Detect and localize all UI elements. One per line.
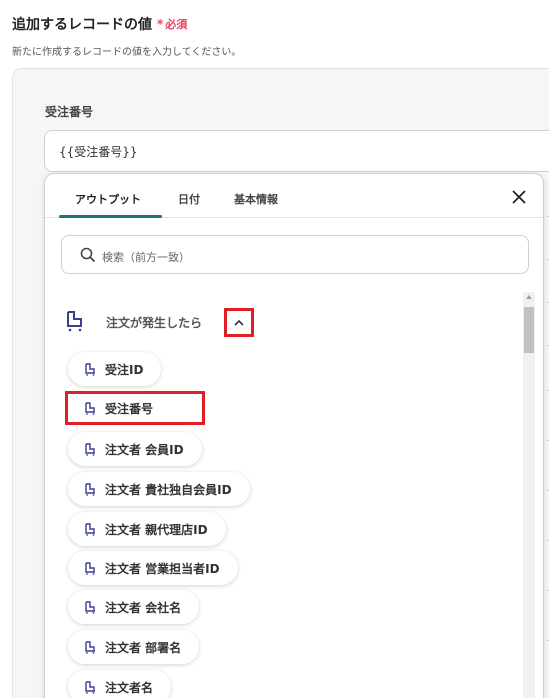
scrollbar[interactable] — [523, 292, 535, 698]
output-item-label: 受注番号 — [105, 401, 154, 416]
cart-icon — [85, 442, 95, 456]
search-input[interactable]: 検索（前方一致） — [61, 235, 529, 274]
tab-bar: アウトプット 日付 基本情報 — [45, 174, 543, 218]
cart-icon — [85, 680, 95, 694]
trigger-label: 注文が発生したら — [106, 316, 203, 330]
active-tab-indicator — [59, 215, 162, 218]
output-item-order-id[interactable]: 受注ID — [68, 352, 162, 386]
close-icon[interactable] — [511, 189, 527, 205]
output-item-sales-rep-id[interactable]: 注文者 営業担当者ID — [68, 551, 238, 585]
output-item-label: 注文者 貴社独自会員ID — [105, 482, 232, 497]
section-title-text: 追加するレコードの値 — [12, 17, 152, 33]
cart-icon — [85, 600, 95, 614]
output-item-label: 注文者 部署名 — [105, 640, 182, 655]
output-item-label: 注文者 営業担当者ID — [105, 561, 220, 576]
chevron-up-icon — [234, 319, 244, 326]
section-title: 追加するレコードの値 * 必須 — [12, 14, 187, 34]
output-item-custom-member-id[interactable]: 注文者 貴社独自会員ID — [68, 472, 250, 506]
output-item-label: 注文者 親代理店ID — [105, 522, 208, 537]
required-label: 必須 — [165, 18, 188, 31]
output-item-label: 注文者 会社名 — [105, 600, 182, 615]
order-number-input[interactable]: {{受注番号}} — [44, 130, 549, 172]
output-item-member-id[interactable]: 注文者 会員ID — [68, 432, 202, 466]
output-item-label: 注文者名 — [105, 680, 154, 695]
cart-icon — [85, 522, 95, 536]
output-item-department-name[interactable]: 注文者 部署名 — [68, 630, 200, 664]
output-item-label: 受注ID — [105, 362, 144, 377]
output-item-label: 注文者 会員ID — [105, 442, 184, 457]
search-icon — [80, 247, 96, 263]
required-star: * — [157, 17, 164, 31]
cart-icon — [85, 482, 95, 496]
field-label: 受注番号 — [45, 105, 94, 119]
section-description: 新たに作成するレコードの値を入力してください。 — [12, 47, 242, 58]
output-picker-popup: アウトプット 日付 基本情報 検索（前方一致） 注文が発生したら 受注ID 受注… — [44, 173, 544, 698]
cart-icon — [85, 401, 95, 415]
scroll-thumb[interactable] — [524, 307, 534, 353]
output-item-order-number[interactable]: 受注番号 — [65, 391, 205, 425]
search-placeholder: 検索（前方一致） — [102, 251, 190, 264]
cart-icon — [67, 311, 82, 332]
tab-output[interactable]: アウトプット — [75, 191, 141, 207]
output-item-parent-agency-id[interactable]: 注文者 親代理店ID — [68, 512, 226, 546]
output-item-orderer-name[interactable]: 注文者名 — [68, 670, 172, 698]
collapse-toggle-button[interactable] — [224, 308, 254, 337]
output-item-company-name[interactable]: 注文者 会社名 — [68, 590, 200, 624]
cart-icon — [85, 362, 95, 376]
cart-icon — [85, 640, 95, 654]
tab-basic-info[interactable]: 基本情報 — [234, 191, 278, 207]
cart-icon — [85, 561, 95, 575]
scroll-up-arrow[interactable] — [526, 295, 532, 299]
tab-date[interactable]: 日付 — [178, 191, 200, 207]
